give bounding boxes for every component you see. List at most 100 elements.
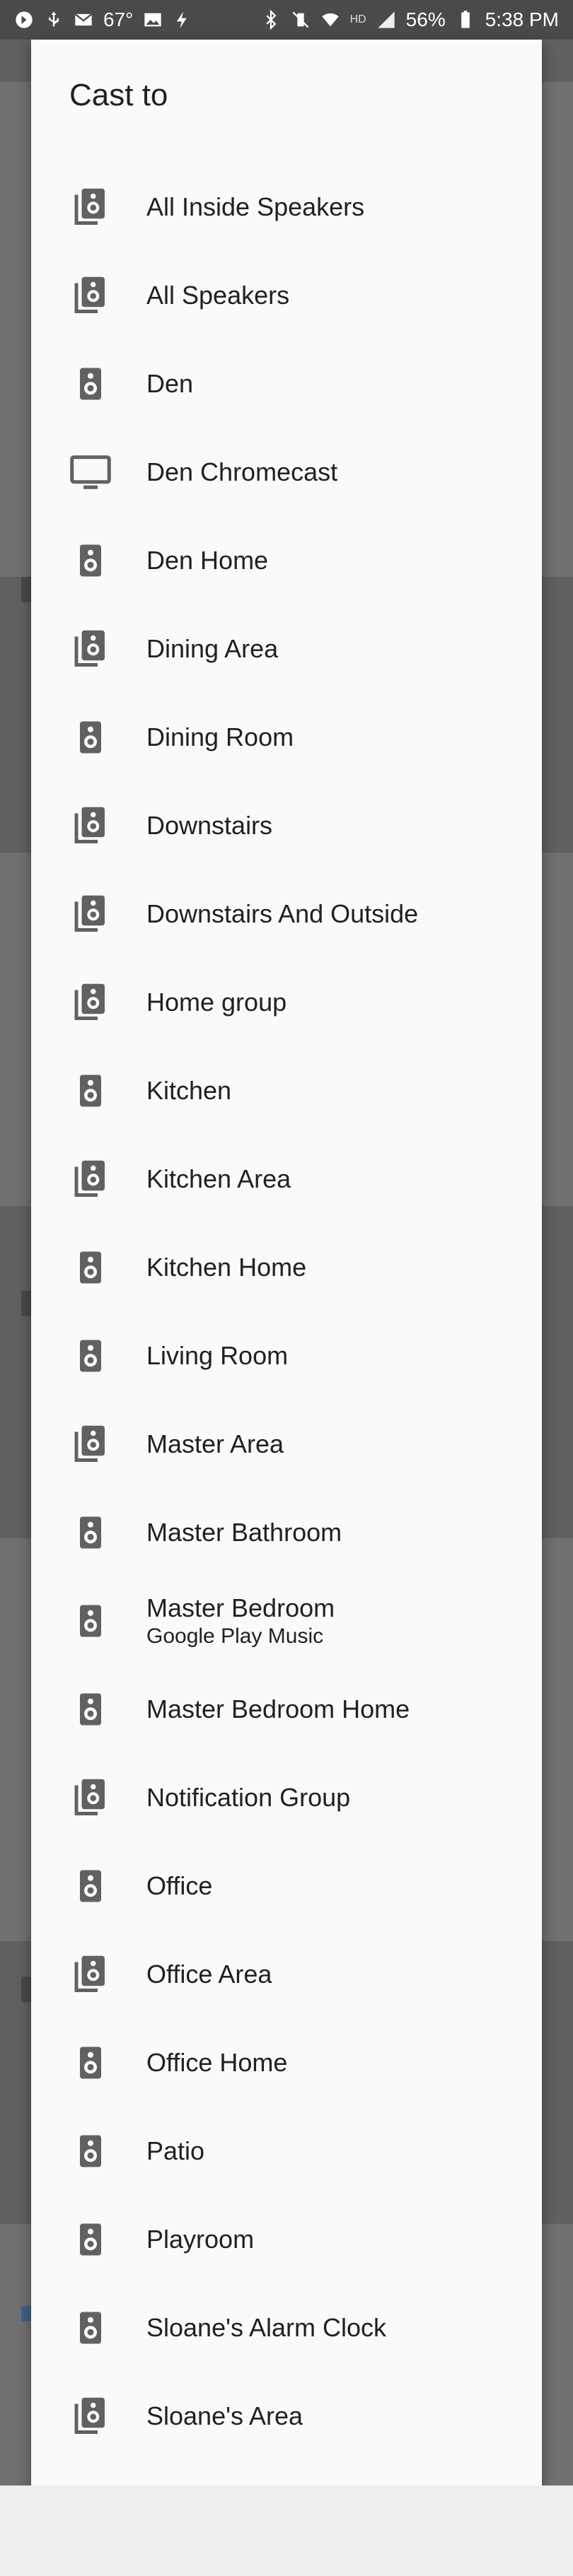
cast-device-label: Master Bedroom Home bbox=[146, 1694, 410, 1723]
cast-device-item[interactable]: Office bbox=[31, 1842, 542, 1930]
cast-device-label: Sloane's Alarm Clock bbox=[146, 2312, 387, 2342]
speaker-group-icon bbox=[69, 893, 112, 935]
cast-device-item[interactable]: Master Bedroom Google Play Music bbox=[31, 1576, 542, 1665]
status-bar-left: 67° bbox=[14, 8, 192, 31]
cast-device-label: Kitchen bbox=[146, 1075, 232, 1105]
battery-icon bbox=[456, 10, 475, 30]
speaker-icon bbox=[69, 716, 112, 759]
status-bar: 67° HD 56% 5:38 PM bbox=[0, 0, 573, 40]
cast-device-label: Kitchen Area bbox=[146, 1164, 291, 1193]
speaker-group-icon bbox=[69, 186, 112, 228]
cast-device-item[interactable]: All Speakers bbox=[31, 251, 542, 339]
speaker-icon bbox=[69, 1600, 112, 1642]
cast-device-item[interactable]: Master Bathroom bbox=[31, 1488, 542, 1576]
speaker-group-icon bbox=[69, 1423, 112, 1465]
cast-device-item[interactable]: Downstairs And Outside bbox=[31, 870, 542, 958]
cast-device-text: Master Bathroom bbox=[146, 1517, 342, 1548]
cast-device-label: Den Chromecast bbox=[146, 457, 338, 486]
bluetooth-icon bbox=[261, 10, 281, 30]
cast-device-label: Master Bedroom bbox=[146, 1593, 335, 1622]
wifi-icon bbox=[320, 10, 340, 30]
cast-device-label: Dining Room bbox=[146, 722, 294, 751]
email-icon bbox=[74, 10, 93, 30]
cast-device-item[interactable]: Downstairs bbox=[31, 781, 542, 870]
clock-text: 5:38 PM bbox=[485, 8, 559, 30]
speaker-icon bbox=[69, 1070, 112, 1112]
vibrate-mute-icon bbox=[291, 10, 311, 30]
cast-device-item[interactable]: Kitchen Home bbox=[31, 1223, 542, 1311]
speaker-icon bbox=[69, 1511, 112, 1554]
cast-device-subtitle: Google Play Music bbox=[146, 1624, 324, 1648]
cast-device-item[interactable]: Patio bbox=[31, 2107, 542, 2195]
cast-device-label: Office Area bbox=[146, 1959, 272, 1989]
cast-device-text: Patio bbox=[146, 2136, 204, 2167]
speaker-icon bbox=[69, 2130, 112, 2172]
speaker-icon bbox=[69, 1335, 112, 1377]
cast-device-text: Kitchen Home bbox=[146, 1252, 306, 1283]
dialog-title: Cast to bbox=[69, 78, 168, 112]
cast-device-text: All Speakers bbox=[146, 280, 289, 311]
cast-device-text: Dining Area bbox=[146, 633, 278, 665]
cast-device-text: Kitchen bbox=[146, 1075, 231, 1106]
speaker-icon bbox=[69, 539, 112, 582]
cast-device-text: Downstairs bbox=[146, 810, 272, 841]
cast-device-item[interactable]: Office Home bbox=[31, 2018, 542, 2107]
cast-device-text: Playroom bbox=[146, 2224, 254, 2255]
cast-device-item[interactable]: Den Home bbox=[31, 516, 542, 604]
notification-app-icon bbox=[14, 10, 34, 30]
cast-device-text: Den bbox=[146, 368, 193, 399]
usb-icon bbox=[44, 10, 64, 30]
cast-device-item[interactable]: Sloane's Alarm Clock bbox=[31, 2283, 542, 2372]
battery-percent-text: 56% bbox=[405, 8, 446, 30]
cast-device-text: Sloane's Alarm Clock bbox=[146, 2312, 386, 2343]
cast-device-item[interactable]: Den bbox=[31, 339, 542, 428]
tv-icon bbox=[69, 451, 112, 493]
cast-device-text: Office bbox=[146, 1870, 212, 1902]
charging-bolt-icon bbox=[173, 10, 192, 30]
cast-device-label: Den Home bbox=[146, 545, 269, 575]
cast-device-item[interactable]: Kitchen Area bbox=[31, 1135, 542, 1223]
cast-device-text: Sloane's Area bbox=[146, 2401, 303, 2432]
cast-device-label: All Inside Speakers bbox=[146, 192, 365, 221]
cast-device-label: Den bbox=[146, 368, 194, 398]
cast-device-text: All Inside Speakers bbox=[146, 192, 364, 223]
speaker-icon bbox=[69, 1246, 112, 1289]
cast-device-item[interactable]: Home group bbox=[31, 958, 542, 1046]
cast-device-label: Master Bathroom bbox=[146, 1517, 342, 1547]
cast-device-text: Office Area bbox=[146, 1959, 272, 1990]
cast-device-text: Living Room bbox=[146, 1340, 288, 1371]
cast-device-item[interactable]: Office Area bbox=[31, 1930, 542, 2018]
signal-icon bbox=[376, 10, 396, 30]
cast-device-item[interactable]: Sloane's Area bbox=[31, 2372, 542, 2460]
cast-device-item[interactable]: Den Chromecast bbox=[31, 428, 542, 516]
cast-device-item[interactable]: Playroom bbox=[31, 2195, 542, 2283]
temperature-text: 67° bbox=[103, 8, 134, 30]
cast-device-text: Master Bedroom Home bbox=[146, 1694, 410, 1725]
cast-device-label: Kitchen Home bbox=[146, 1252, 307, 1282]
cast-device-label: Playroom bbox=[146, 2224, 255, 2254]
cast-device-text: Kitchen Area bbox=[146, 1164, 291, 1195]
cast-device-text: Master Bedroom Google Play Music bbox=[146, 1593, 335, 1649]
speaker-icon bbox=[69, 363, 112, 405]
speaker-group-icon bbox=[69, 1953, 112, 1996]
speaker-icon bbox=[69, 1688, 112, 1731]
cast-device-item[interactable]: Sloane's Room bbox=[31, 2460, 542, 2486]
speaker-icon bbox=[69, 2218, 112, 2261]
cast-device-item[interactable]: Kitchen bbox=[31, 1046, 542, 1135]
cast-device-item[interactable]: Master Area bbox=[31, 1400, 542, 1488]
cast-device-label: Dining Area bbox=[146, 633, 279, 663]
cast-device-item[interactable]: Master Bedroom Home bbox=[31, 1665, 542, 1753]
cast-device-label: Living Room bbox=[146, 1340, 289, 1370]
cast-device-item[interactable]: Notification Group bbox=[31, 1753, 542, 1842]
cast-device-item[interactable]: All Inside Speakers bbox=[31, 163, 542, 251]
cast-device-text: Den Chromecast bbox=[146, 457, 337, 488]
speaker-group-icon bbox=[69, 2395, 112, 2437]
speaker-icon bbox=[69, 2042, 112, 2084]
cast-device-label: Downstairs bbox=[146, 810, 273, 840]
cast-device-label: Sloane's Area bbox=[146, 2401, 303, 2430]
speaker-group-icon bbox=[69, 1158, 112, 1200]
cast-device-item[interactable]: Dining Area bbox=[31, 604, 542, 693]
cast-device-text: Notification Group bbox=[146, 1782, 350, 1813]
cast-device-item[interactable]: Living Room bbox=[31, 1311, 542, 1400]
cast-device-item[interactable]: Dining Room bbox=[31, 693, 542, 781]
